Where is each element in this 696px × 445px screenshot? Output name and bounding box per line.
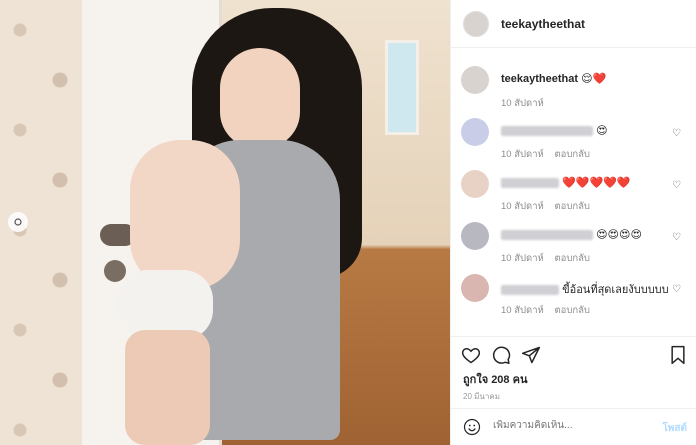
paper-plane-icon[interactable] (521, 345, 541, 370)
add-comment-bar: โพสต์ (451, 408, 696, 445)
carousel-indicator-icon[interactable] (8, 212, 28, 232)
baby-legs (125, 330, 210, 445)
bookmark-icon[interactable] (669, 345, 687, 370)
baby (130, 140, 240, 290)
comment-time: 10 สัปดาห์ (501, 149, 544, 160)
comment-avatar[interactable] (461, 222, 489, 250)
comment-time: 10 สัปดาห์ (501, 201, 544, 212)
like-count[interactable]: ถูกใจ 208 คน (463, 370, 527, 388)
comment-time: 10 สัปดาห์ (501, 305, 544, 316)
comment-time: 10 สัปดาห์ (501, 253, 544, 264)
post-comment-button[interactable]: โพสต์ (662, 421, 687, 436)
comment-input[interactable] (493, 420, 643, 431)
comment-avatar[interactable] (461, 274, 489, 302)
blurred-username (501, 230, 593, 241)
comment-bubble-icon[interactable] (491, 345, 511, 370)
post-date: 20 มีนาคม (463, 392, 500, 401)
comment-text: ขี้อ้อนที่สุดเลยงับบบบบ (562, 284, 669, 296)
author-avatar[interactable] (463, 10, 489, 37)
caption-avatar[interactable] (461, 66, 489, 94)
comment-avatar[interactable] (461, 170, 489, 198)
smiley-icon[interactable] (463, 418, 481, 441)
reply-button[interactable]: ตอบกลับ (554, 253, 590, 264)
caption-username[interactable]: teekaytheethat (501, 73, 578, 85)
comment-like-heart-icon[interactable]: ♡ (672, 128, 681, 139)
reply-button[interactable]: ตอบกลับ (554, 201, 590, 212)
author-username[interactable]: teekaytheethat (501, 17, 585, 31)
blurred-username (501, 178, 559, 189)
comment-like-heart-icon[interactable]: ♡ (672, 180, 681, 191)
post-side-panel: teekaytheethat teekaytheethat 😌❤️ 10 สัป… (450, 0, 696, 445)
caption-time: 10 สัปดาห์ (501, 98, 544, 109)
comments-list[interactable]: teekaytheethat 😌❤️ 10 สัปดาห์ 😍 10 สัปดา… (451, 58, 696, 336)
reply-button[interactable]: ตอบกลับ (554, 149, 590, 160)
post-header: teekaytheethat (451, 0, 696, 48)
comment-text: ❤️❤️❤️❤️❤️ (562, 177, 631, 189)
caption-text: 😌❤️ (581, 73, 607, 85)
comment-avatar[interactable] (461, 118, 489, 146)
comment-like-heart-icon[interactable]: ♡ (672, 232, 681, 243)
reply-button[interactable]: ตอบกลับ (554, 305, 590, 316)
window (385, 40, 419, 135)
door-lock (104, 260, 126, 282)
woman-face (220, 48, 300, 148)
action-bar (451, 336, 696, 372)
post-photo[interactable] (0, 0, 450, 445)
blurred-username (501, 285, 559, 296)
comment-like-heart-icon[interactable]: ♡ (672, 284, 681, 295)
blurred-username (501, 126, 593, 137)
comment-text: 😍😍😍😍 (596, 229, 642, 241)
comment-text: 😍 (596, 125, 608, 137)
heart-outline-icon[interactable] (461, 345, 481, 370)
